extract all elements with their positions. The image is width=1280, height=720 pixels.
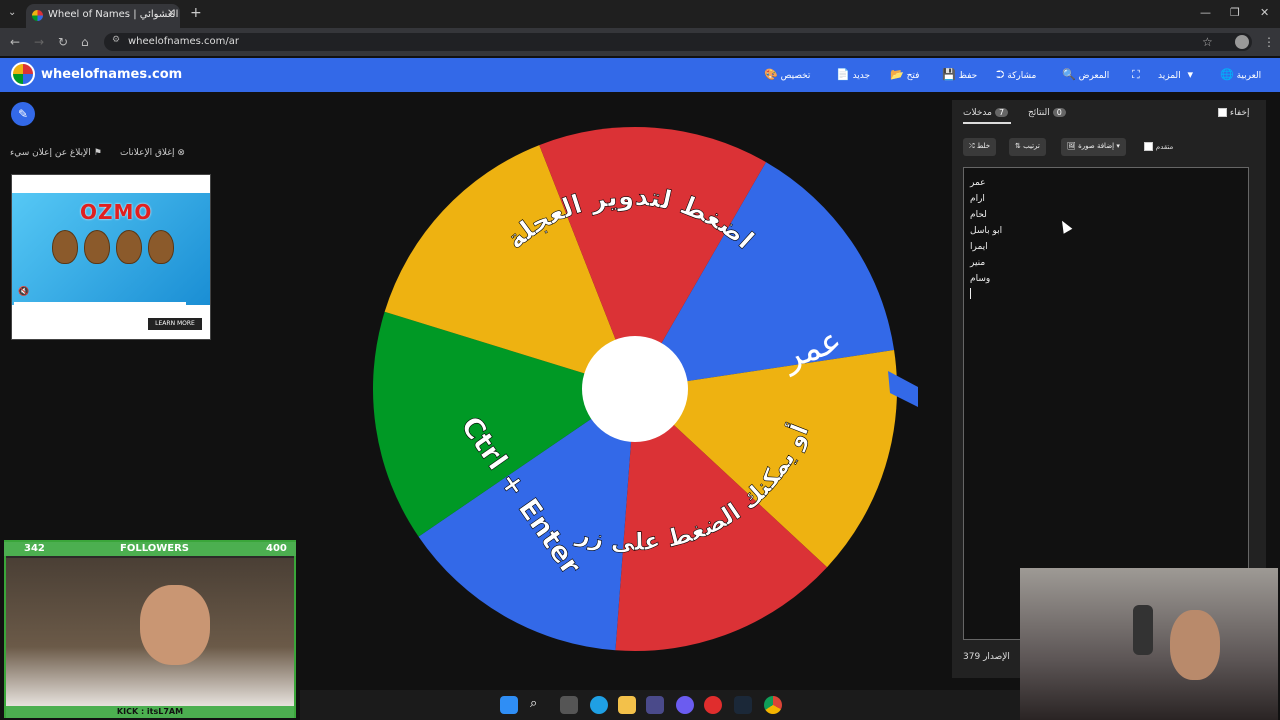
followers-label: FOLLOWERS: [120, 543, 189, 554]
browser-menu-icon[interactable]: ⋮: [1263, 35, 1275, 49]
ad-egg-character: [52, 230, 78, 264]
bookmark-star-icon[interactable]: ☆: [1202, 35, 1213, 49]
menu-gallery[interactable]: 🔍 المعرض: [1058, 68, 1109, 81]
url-text: wheelofnames.com/ar: [128, 36, 239, 47]
sort-icon: ⇅: [1015, 142, 1021, 150]
folder-icon: 📂: [890, 68, 904, 81]
add-image-button[interactable]: 🖼 إضافة صورة ▾: [1061, 138, 1126, 156]
ad-egg-character: [148, 230, 174, 264]
search-icon[interactable]: ⌕: [530, 696, 548, 714]
app-icon[interactable]: [704, 696, 722, 714]
close-ads-link[interactable]: إغلاق الإعلانات ⊗: [120, 148, 185, 158]
back-icon[interactable]: ←: [10, 35, 20, 49]
flag-icon: ⚑: [93, 148, 102, 158]
reload-icon[interactable]: ↻: [58, 35, 68, 49]
close-tab-icon[interactable]: ✕: [167, 8, 175, 19]
edge-browser-icon[interactable]: [590, 696, 608, 714]
site-name[interactable]: wheelofnames.com: [41, 67, 182, 82]
channel-banner: KICK : itsL7AM: [6, 706, 294, 718]
tab-entries[interactable]: مدخلات 7: [963, 108, 1012, 124]
entry-line[interactable]: ارام: [970, 194, 985, 204]
file-explorer-icon[interactable]: [618, 696, 636, 714]
wheel-favicon-icon: [32, 10, 43, 21]
restore-icon[interactable]: ❐: [1230, 6, 1240, 19]
fullscreen-icon: ⛶: [1132, 68, 1140, 81]
ad-progress-bar: [14, 302, 186, 305]
new-tab-icon[interactable]: +: [190, 5, 202, 21]
hide-toggle[interactable]: إخفاء: [1218, 108, 1249, 118]
entry-line[interactable]: منير: [970, 258, 985, 268]
tab-list-icon[interactable]: ⌄: [8, 7, 16, 18]
chevron-down-icon: ▾: [1187, 68, 1194, 81]
entries-count-badge: 7: [994, 108, 1009, 117]
learn-more-button[interactable]: LEARN MORE: [148, 318, 202, 330]
edit-pencil-button[interactable]: ✎: [11, 102, 35, 126]
minimize-icon[interactable]: —: [1200, 6, 1211, 19]
store-icon[interactable]: [646, 696, 664, 714]
followers-current: 342: [24, 543, 45, 554]
menu-more[interactable]: المزيد ▾: [1158, 68, 1193, 81]
menu-save[interactable]: 💾 حفظ: [938, 68, 977, 81]
home-icon[interactable]: ⌂: [81, 35, 89, 49]
close-window-icon[interactable]: ✕: [1260, 6, 1269, 19]
discord-icon[interactable]: [676, 696, 694, 714]
close-circle-icon: ⊗: [177, 148, 185, 158]
site-info-icon[interactable]: ⚙: [112, 35, 120, 45]
menu-customize[interactable]: 🎨 تخصيص: [760, 68, 810, 81]
fullscreen-button[interactable]: ⛶: [1128, 68, 1140, 82]
task-view-icon[interactable]: [560, 696, 578, 714]
ad-egg-character: [84, 230, 110, 264]
save-icon: 💾: [942, 68, 956, 81]
search-icon: 🔍: [1062, 68, 1076, 81]
entry-line[interactable]: لحام: [970, 210, 987, 220]
streamer-face: [1170, 610, 1220, 680]
shuffle-icon: ⤮: [969, 142, 975, 150]
tab-title: Wheel of Names | اسم العشوائي: [48, 9, 180, 20]
menu-language[interactable]: 🌐 العربية: [1216, 68, 1261, 81]
entry-line[interactable]: ابو باسل: [970, 226, 1002, 236]
advanced-toggle[interactable]: متقدم: [1144, 142, 1173, 152]
globe-icon: 🌐: [1220, 68, 1234, 81]
menu-open[interactable]: 📂 فتح: [886, 68, 919, 81]
results-count-badge: 0: [1052, 108, 1066, 117]
menu-share[interactable]: ⮊ مشاركة: [992, 68, 1036, 82]
forward-icon[interactable]: →: [34, 35, 44, 49]
wheel-svg[interactable]: اضغط لتدوير العجلة أو يمكنك الضغط على زر…: [370, 125, 930, 655]
streamer-face: [140, 585, 210, 665]
chevron-down-icon: ▾: [1116, 142, 1120, 150]
ad-egg-character: [116, 230, 142, 264]
wheel[interactable]: اضغط لتدوير العجلة أو يمكنك الضغط على زر…: [370, 125, 930, 659]
menu-new[interactable]: 📄 جديد: [832, 68, 870, 81]
entry-line[interactable]: ايمرا: [970, 242, 988, 252]
windows-start-icon[interactable]: [500, 696, 518, 714]
palette-icon: 🎨: [764, 68, 778, 81]
share-icon: ⮊: [996, 68, 1005, 81]
entry-line[interactable]: عمر: [970, 178, 986, 188]
chrome-icon[interactable]: [764, 696, 782, 714]
image-icon: 🖼: [1067, 142, 1076, 150]
ad-brand: OZMO: [80, 200, 153, 224]
text-caret: [970, 288, 971, 299]
browser-tab[interactable]: Wheel of Names | اسم العشوائي: [26, 4, 180, 28]
hide-checkbox[interactable]: [1218, 108, 1227, 117]
advanced-checkbox[interactable]: [1144, 142, 1153, 151]
tab-results[interactable]: النتائج 0: [1028, 108, 1069, 118]
pencil-icon: ✎: [17, 107, 29, 121]
shuffle-button[interactable]: ⤮ خلط: [963, 138, 997, 156]
entry-line[interactable]: وسام: [970, 274, 990, 284]
site-logo[interactable]: [11, 62, 35, 86]
wheel-center[interactable]: [582, 336, 688, 442]
version-info: 379 الإصدار: [963, 652, 1010, 662]
mute-icon[interactable]: 🔇: [18, 287, 29, 297]
microphone: [1133, 605, 1153, 655]
profile-avatar[interactable]: [1235, 35, 1249, 49]
report-ad-link[interactable]: الإبلاغ عن إعلان سيء ⚑: [10, 148, 102, 158]
steam-icon[interactable]: [734, 696, 752, 714]
followers-goal: 400: [266, 543, 287, 554]
sort-button[interactable]: ⇅ ترتيب: [1009, 138, 1046, 156]
url-field[interactable]: ⚙ wheelofnames.com/ar: [104, 33, 1252, 51]
file-icon: 📄: [836, 68, 850, 81]
